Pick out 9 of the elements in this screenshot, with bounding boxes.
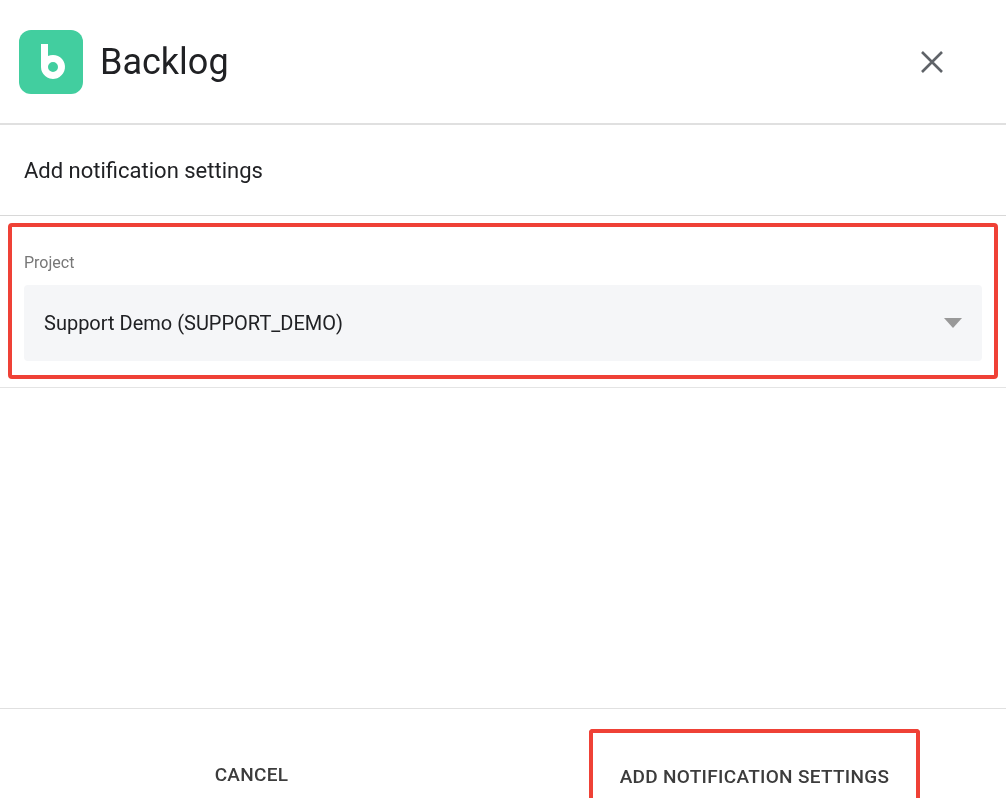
app-logo-icon — [19, 29, 83, 94]
field-label: Project — [24, 252, 76, 274]
close-icon — [920, 49, 944, 74]
dialog-button[interactable]: CANCEL — [183, 729, 320, 798]
app-name: Backlog — [100, 39, 229, 85]
dropdown-caret-icon — [944, 318, 962, 328]
dialog-title: Add notification settings — [24, 156, 263, 185]
project-select[interactable]: Support Demo (SUPPORT_DEMO) — [24, 285, 982, 361]
dialog-button[interactable]: ADD NOTIFICATION SETTINGS — [588, 729, 921, 798]
